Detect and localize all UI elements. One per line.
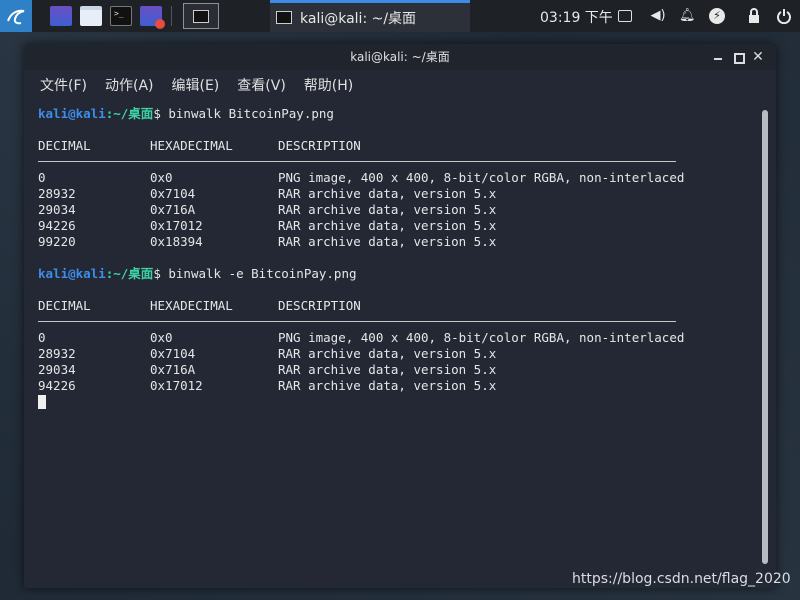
file-manager-icon[interactable] [80,6,102,26]
cell-description: RAR archive data, version 5.x [278,202,497,217]
prompt-path: :~/桌面 [105,106,154,121]
screen-recorder-icon[interactable] [140,6,165,29]
header-description: DESCRIPTION [278,298,361,313]
terminal-small-icon [276,11,292,24]
scrollbar-thumb[interactable] [762,110,768,564]
vertical-scrollbar[interactable] [762,110,770,564]
cell-hex: 0x17012 [150,378,203,393]
workspace-icon[interactable] [183,3,219,29]
taskbar-terminal-item[interactable]: kali@kali: ~/桌面 [270,0,470,32]
cell-decimal: 94226 [38,218,76,233]
cell-hex: 0x7104 [150,346,196,361]
table-header: DECIMAL HEXADECIMAL DESCRIPTION [38,138,756,154]
cell-hex: 0x0 [150,330,173,345]
kali-menu-icon[interactable] [0,0,32,32]
command-text: binwalk BitcoinPay.png [160,106,334,121]
cell-description: PNG image, 400 x 400, 8-bit/color RGBA, … [278,170,685,185]
close-button[interactable]: ✕ [751,50,765,64]
cell-decimal: 28932 [38,186,76,201]
cell-decimal: 28932 [38,346,76,361]
terminal-window: kali@kali: ~/桌面 ✕ 文件(F) 动作(A) 编辑(E) 查看(V… [24,44,776,588]
text-cursor [38,395,46,409]
window-titlebar[interactable]: kali@kali: ~/桌面 ✕ [24,44,776,70]
cell-decimal: 29034 [38,202,76,217]
menu-edit[interactable]: 编辑(E) [172,75,220,95]
cell-description: RAR archive data, version 5.x [278,378,497,393]
cell-hex: 0x0 [150,170,173,185]
table-row: 29034 0x716A RAR archive data, version 5.x [38,202,756,218]
header-description: DESCRIPTION [278,138,361,153]
table-header: DECIMAL HEXADECIMAL DESCRIPTION [38,298,756,314]
table-row: 0 0x0 PNG image, 400 x 400, 8-bit/color RG… [38,330,756,346]
desktop-icon[interactable] [50,6,72,26]
cursor-line [38,395,756,411]
minimize-button[interactable] [711,50,725,64]
prompt-line: kali@kali:~/桌面$ binwalk BitcoinPay.png [38,106,756,122]
header-rule [38,161,676,162]
command-text: binwalk -e BitcoinPay.png [160,266,357,281]
header-decimal: DECIMAL [38,138,91,153]
cell-description: RAR archive data, version 5.x [278,346,497,361]
maximize-button[interactable] [731,50,745,64]
prompt-symbol: $ [153,106,161,121]
terminal-output[interactable]: kali@kali:~/桌面$ binwalk BitcoinPay.png D… [38,106,756,411]
cell-hex: 0x716A [150,202,196,217]
volume-icon[interactable]: ◀) [650,8,666,24]
cell-decimal: 29034 [38,362,76,377]
table-row: 94226 0x17012 RAR archive data, version 5.… [38,378,756,394]
table-row: 0 0x0 PNG image, 400 x 400, 8-bit/color RG… [38,170,756,186]
cell-hex: 0x18394 [150,234,203,249]
header-hexadecimal: HEXADECIMAL [150,138,233,153]
power-off-icon[interactable] [776,8,792,25]
cell-description: RAR archive data, version 5.x [278,218,497,233]
cell-description: RAR archive data, version 5.x [278,362,497,377]
display-icon[interactable] [618,10,632,22]
cell-decimal: 0 [38,330,46,345]
prompt-path: :~/桌面 [105,266,154,281]
cell-description: RAR archive data, version 5.x [278,186,497,201]
terminal-icon[interactable] [110,6,132,26]
prompt-user: kali@kali [38,106,106,121]
panel-separator [171,6,172,26]
header-decimal: DECIMAL [38,298,91,313]
menu-bar: 文件(F) 动作(A) 编辑(E) 查看(V) 帮助(H) [24,70,776,100]
cell-decimal: 0 [38,170,46,185]
cell-decimal: 94226 [38,378,76,393]
table-row: 29034 0x716A RAR archive data, version 5.x [38,362,756,378]
cell-description: RAR archive data, version 5.x [278,234,497,249]
cell-description: PNG image, 400 x 400, 8-bit/color RGBA, … [278,330,685,345]
top-panel: kali@kali: ~/桌面 03:19 下午 ◀) 🔔︎ ⚡︎ [0,0,800,32]
notification-bell-icon[interactable]: 🔔︎ [679,8,696,24]
prompt-user: kali@kali [38,266,106,281]
table-row: 99220 0x18394 RAR archive data, version 5.… [38,234,756,250]
window-title: kali@kali: ~/桌面 [350,50,450,64]
menu-view[interactable]: 查看(V) [237,75,286,95]
cell-hex: 0x17012 [150,218,203,233]
cell-decimal: 99220 [38,234,76,249]
prompt-line: kali@kali:~/桌面$ binwalk -e BitcoinPay.pn… [38,266,756,282]
header-rule [38,321,676,322]
menu-action[interactable]: 动作(A) [105,75,154,95]
power-icon[interactable]: ⚡︎ [709,8,725,24]
table-row: 28932 0x7104 RAR archive data, version 5.x [38,186,756,202]
cell-hex: 0x7104 [150,186,196,201]
cell-hex: 0x716A [150,362,196,377]
taskbar-title: kali@kali: ~/桌面 [300,10,417,27]
menu-help[interactable]: 帮助(H) [304,75,353,95]
table-row: 94226 0x17012 RAR archive data, version 5.… [38,218,756,234]
prompt-symbol: $ [153,266,161,281]
clock[interactable]: 03:19 下午 [540,7,613,27]
table-row: 28932 0x7104 RAR archive data, version 5.x [38,346,756,362]
menu-file[interactable]: 文件(F) [40,75,87,95]
lock-icon[interactable] [746,8,762,24]
watermark: https://blog.csdn.net/flag_2020 [572,571,791,587]
header-hexadecimal: HEXADECIMAL [150,298,233,313]
